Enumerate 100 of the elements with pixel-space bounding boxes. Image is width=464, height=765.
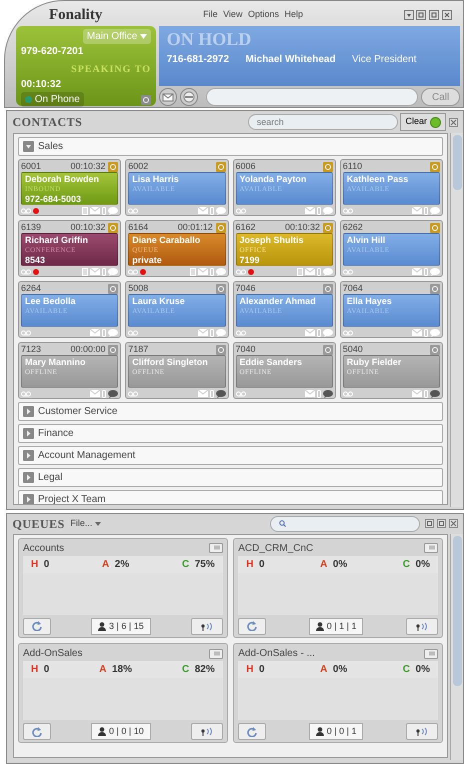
search-field[interactable]: search bbox=[248, 114, 398, 130]
chat-icon[interactable] bbox=[322, 390, 333, 398]
refresh-button[interactable] bbox=[23, 618, 51, 635]
phone-icon[interactable] bbox=[210, 328, 214, 336]
refresh-button[interactable] bbox=[238, 618, 266, 635]
note-icon[interactable] bbox=[82, 206, 88, 214]
clear-button[interactable]: Clear bbox=[400, 113, 446, 131]
phone-icon[interactable] bbox=[424, 390, 428, 398]
voicemail-icon[interactable] bbox=[236, 390, 246, 396]
dial-field[interactable] bbox=[206, 88, 418, 106]
stat-value: 0% bbox=[416, 663, 430, 678]
minimize-icon[interactable] bbox=[425, 519, 434, 528]
listen-button[interactable] bbox=[406, 618, 438, 635]
phone-icon[interactable] bbox=[102, 328, 106, 336]
dropdown-icon[interactable] bbox=[404, 10, 414, 20]
voicemail-icon[interactable] bbox=[342, 268, 353, 274]
listen-button[interactable] bbox=[190, 618, 223, 635]
close-icon[interactable] bbox=[448, 118, 458, 126]
voicemail-icon[interactable] bbox=[236, 330, 246, 336]
menu-item[interactable]: File bbox=[203, 8, 218, 22]
monitor-icon[interactable] bbox=[208, 543, 223, 554]
chat-icon[interactable] bbox=[108, 390, 118, 398]
group-header[interactable]: Legal bbox=[18, 468, 443, 487]
refresh-icon bbox=[247, 621, 258, 632]
group-header[interactable]: Project X Team bbox=[18, 490, 443, 504]
record-icon[interactable] bbox=[140, 268, 146, 274]
presence-selector[interactable]: On Phone bbox=[21, 92, 84, 107]
call-timer: 00:00:00 bbox=[70, 344, 106, 355]
voicemail-icon[interactable] bbox=[128, 268, 138, 274]
voicemail-icon[interactable] bbox=[342, 390, 353, 396]
group-header[interactable]: Finance bbox=[18, 424, 443, 443]
chat-icon[interactable] bbox=[430, 390, 440, 398]
monitor-icon[interactable] bbox=[208, 648, 223, 659]
hangup-icon[interactable] bbox=[180, 88, 198, 106]
voicemail-icon[interactable] bbox=[236, 208, 246, 214]
record-icon[interactable] bbox=[248, 268, 254, 274]
menu-item[interactable]: Options bbox=[248, 8, 279, 22]
monitor-icon[interactable] bbox=[424, 648, 438, 659]
group-header[interactable]: Sales bbox=[18, 137, 443, 156]
menu-item[interactable]: Help bbox=[284, 8, 303, 22]
contact-name: Clifford Singleton bbox=[132, 357, 209, 367]
stat-label: A bbox=[102, 558, 110, 572]
group-header[interactable]: Account Management bbox=[18, 446, 443, 465]
stat-value: 0% bbox=[332, 558, 348, 572]
mail-icon[interactable] bbox=[158, 88, 177, 106]
contact-name: Alexander Ahmad bbox=[240, 296, 317, 306]
minimize-icon[interactable] bbox=[416, 10, 426, 20]
refresh-button[interactable] bbox=[238, 723, 266, 740]
voicemail-icon[interactable] bbox=[21, 390, 31, 396]
search-field[interactable] bbox=[270, 516, 420, 532]
close-icon[interactable] bbox=[442, 10, 452, 20]
voicemail-icon[interactable] bbox=[342, 330, 353, 336]
phone-icon[interactable] bbox=[210, 206, 214, 214]
scrollbar[interactable] bbox=[450, 534, 463, 760]
group-header[interactable]: Customer Service bbox=[18, 402, 443, 421]
monitor-icon[interactable] bbox=[424, 543, 438, 554]
phone-icon[interactable] bbox=[316, 328, 321, 336]
voicemail-icon[interactable] bbox=[128, 208, 138, 214]
voicemail-icon[interactable] bbox=[342, 208, 353, 214]
listen-button[interactable] bbox=[406, 723, 438, 740]
record-icon[interactable] bbox=[33, 208, 39, 214]
voicemail-icon[interactable] bbox=[21, 330, 31, 336]
phone-icon[interactable] bbox=[210, 268, 214, 276]
phone-icon[interactable] bbox=[102, 206, 106, 214]
phone-icon[interactable] bbox=[424, 206, 428, 214]
listen-button[interactable] bbox=[190, 723, 223, 740]
record-icon[interactable] bbox=[33, 268, 39, 274]
maximize-icon[interactable] bbox=[436, 519, 446, 528]
phone-icon[interactable] bbox=[424, 328, 428, 336]
menu-item[interactable]: View bbox=[223, 8, 242, 22]
voicemail-icon[interactable] bbox=[128, 390, 138, 396]
phone-icon[interactable] bbox=[210, 390, 214, 398]
stat-label: A bbox=[320, 663, 328, 678]
voicemail-icon[interactable] bbox=[21, 208, 31, 214]
voicemail-icon[interactable] bbox=[21, 268, 31, 274]
refresh-button[interactable] bbox=[23, 723, 51, 740]
extension: 6264 bbox=[21, 283, 42, 294]
contact-name: Joseph Shultis bbox=[240, 235, 305, 245]
maximize-icon[interactable] bbox=[429, 10, 440, 20]
phone-icon[interactable] bbox=[316, 390, 321, 398]
signal-icon bbox=[200, 727, 214, 736]
phone-icon[interactable] bbox=[102, 268, 106, 276]
scrollbar[interactable] bbox=[450, 133, 463, 507]
voicemail-icon[interactable] bbox=[236, 268, 246, 274]
voicemail-icon[interactable] bbox=[128, 330, 138, 336]
phone-icon[interactable] bbox=[424, 268, 428, 276]
stat-value: 0 bbox=[258, 663, 265, 678]
phone-icon[interactable] bbox=[316, 268, 321, 276]
expand-icon bbox=[23, 428, 34, 439]
person-icon bbox=[98, 622, 106, 631]
note-icon[interactable] bbox=[296, 268, 303, 276]
note-icon[interactable] bbox=[190, 268, 196, 276]
chat-icon[interactable] bbox=[216, 390, 226, 398]
extension: 7064 bbox=[342, 283, 363, 294]
file-menu[interactable]: File... bbox=[70, 517, 102, 530]
close-icon[interactable] bbox=[448, 519, 458, 528]
phone-icon[interactable] bbox=[316, 206, 321, 214]
phone-icon[interactable] bbox=[102, 390, 106, 398]
note-icon[interactable] bbox=[82, 268, 88, 276]
queue-icon[interactable] bbox=[141, 94, 151, 104]
